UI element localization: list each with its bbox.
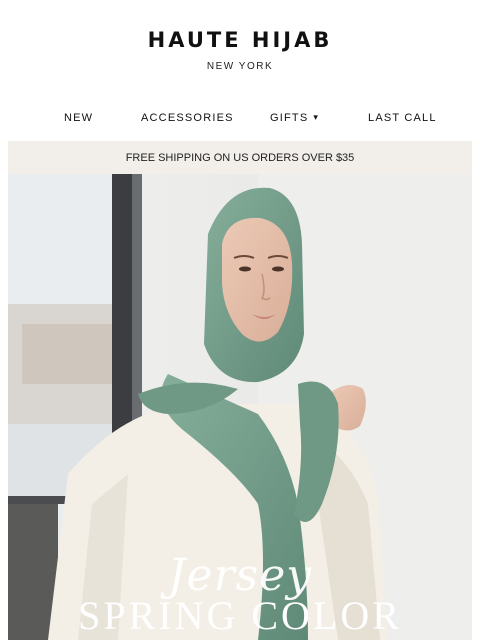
brand-logo[interactable]: HAUTE HIJAB [0,28,480,52]
chevron-down-icon: ▾ [313,112,320,122]
nav-item-label: GIFTS [270,112,309,124]
nav-item-label: LAST CALL [368,112,437,124]
brand-location: NEW YORK [206,61,274,72]
hero-headline: SPRING COLOR [78,593,402,638]
nav-item-accessories[interactable]: ACCESSORIES [141,112,234,124]
shipping-banner-text: FREE SHIPPING ON US ORDERS OVER $35 [125,151,355,164]
hero-image[interactable]: Jersey SPRING COLOR [8,174,472,640]
brand-header: HAUTE HIJAB NEW YORK [0,28,480,72]
nav-item-new[interactable]: NEW [64,112,93,124]
nav-item-label: NEW [64,112,94,124]
main-nav: NEW ACCESSORIES GIFTS ▾ LAST CALL [0,112,480,126]
nav-item-last-call[interactable]: LAST CALL [368,112,437,124]
shipping-banner[interactable]: FREE SHIPPING ON US ORDERS OVER $35 [8,141,472,174]
nav-item-gifts[interactable]: GIFTS ▾ [270,112,319,124]
nav-item-label: ACCESSORIES [141,112,234,124]
